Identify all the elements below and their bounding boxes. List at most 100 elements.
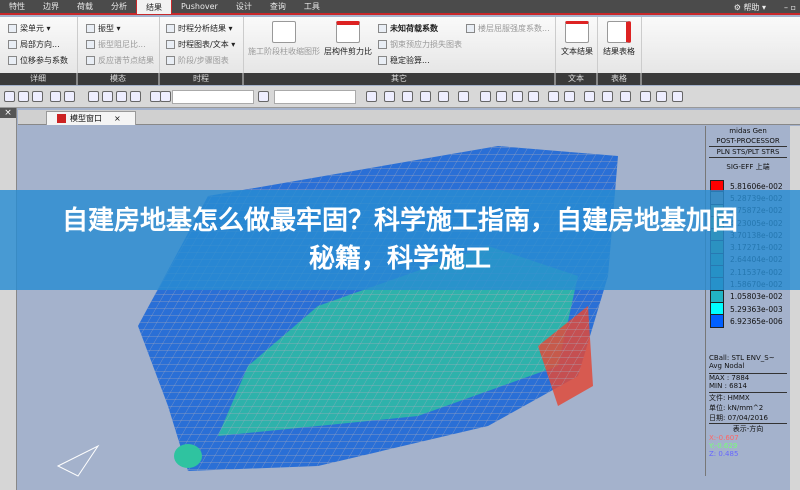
tab-boundary[interactable]: 边界	[34, 0, 68, 14]
label: 振型 ▾	[98, 24, 121, 33]
group-other: 施工阶段柱收缩图形 层构件剪力比 未知荷载系数 钢束预应力损失图表 稳定验算..…	[244, 17, 556, 73]
load-icon	[378, 24, 387, 33]
toolbar-button[interactable]	[620, 91, 631, 102]
story-icon	[466, 24, 475, 33]
toolbar-button[interactable]	[528, 91, 539, 102]
tab-analysis[interactable]: 分析	[102, 0, 136, 14]
toolbar-button[interactable]	[64, 91, 75, 102]
legend-subtitle: POST-PROCESSOR	[709, 136, 787, 147]
column-shortening-button[interactable]: 施工阶段柱收缩图形	[248, 21, 320, 57]
tab-query[interactable]: 查询	[261, 0, 295, 14]
help-button[interactable]: ⚙ 帮助 ▾	[734, 0, 766, 15]
toolbar-button[interactable]	[258, 91, 269, 102]
group-label: 时程	[160, 73, 244, 85]
time-history-results-button[interactable]: 时程分析结果 ▾	[166, 23, 233, 34]
tab-model-window[interactable]: 模型窗口 ×	[46, 111, 136, 125]
results-table-button[interactable]: 结果表格	[603, 21, 635, 57]
toolbar-button[interactable]	[602, 91, 613, 102]
story-yield-button[interactable]: 楼层屈服强度系数...	[466, 23, 550, 34]
tab-results[interactable]: 结果	[136, 0, 172, 14]
time-history-graph-button[interactable]: 时程图表/文本 ▾	[166, 39, 235, 50]
toolbar-button[interactable]	[640, 91, 651, 102]
toolbar-button[interactable]	[402, 91, 413, 102]
close-icon[interactable]: ×	[114, 114, 121, 123]
group-label: 详细	[0, 73, 78, 85]
toolbar-button[interactable]	[50, 91, 61, 102]
group-label: 表格	[598, 73, 642, 85]
help-label: 帮助	[743, 3, 760, 12]
text-results-button[interactable]: 文本结果	[561, 21, 593, 57]
stage-step-graph-button[interactable]: 阶段/步骤图表	[166, 55, 229, 66]
response-spectrum-node-button[interactable]: 反应谱节点结果	[86, 55, 154, 66]
toolbar-button[interactable]	[366, 91, 377, 102]
tab-label: 模型窗口	[70, 114, 102, 123]
label: 文本结果	[561, 47, 593, 56]
toolbar-button[interactable]	[18, 91, 29, 102]
story-shear-ratio-button[interactable]: 层构件剪力比	[324, 21, 372, 57]
toolbar-button[interactable]	[656, 91, 667, 102]
toolbar-button[interactable]	[116, 91, 127, 102]
toolbar-button[interactable]	[4, 91, 15, 102]
toolbar-button[interactable]	[160, 91, 171, 102]
scale-swatch	[710, 315, 724, 328]
stability-check-button[interactable]: 稳定验算...	[378, 55, 430, 66]
label: 层构件剪力比	[324, 47, 372, 56]
legend-component: SIG-EFF 上端	[726, 163, 770, 171]
group-label: 文本	[556, 73, 598, 85]
damping-icon	[86, 40, 95, 49]
label: 反应谱节点结果	[98, 56, 154, 65]
toolbar-button[interactable]	[672, 91, 683, 102]
label: 阶段/步骤图表	[178, 56, 229, 65]
unknown-load-factor-button[interactable]: 未知荷载系数	[378, 23, 438, 34]
view-z: Z: 0.485	[709, 450, 739, 458]
selection-dropdown-2[interactable]	[274, 90, 356, 104]
toolbar-button[interactable]	[32, 91, 43, 102]
label: 钢束预应力损失图表	[390, 40, 462, 49]
modal-damping-button[interactable]: 振型阻尼比...	[86, 39, 146, 50]
max-value: MAX : 7884	[709, 373, 787, 382]
tendon-loss-button[interactable]: 钢束预应力损失图表	[378, 39, 462, 50]
label: 时程图表/文本 ▾	[178, 40, 236, 49]
toolbar-button[interactable]	[548, 91, 559, 102]
mode-shape-button[interactable]: 振型 ▾	[86, 23, 121, 34]
tab-tools[interactable]: 工具	[295, 0, 329, 14]
document-tab-strip: 模型窗口 ×	[18, 110, 800, 125]
scale-value: 5.29363e-003	[730, 304, 783, 314]
toolbar-button[interactable]	[564, 91, 575, 102]
model-viewport[interactable]	[18, 126, 705, 490]
ribbon-group-labels: 详细 模态 时程 其它 文本 表格	[0, 73, 800, 85]
label: 稳定验算...	[390, 56, 430, 65]
toolbar-button[interactable]	[496, 91, 507, 102]
tab-load[interactable]: 荷载	[68, 0, 102, 14]
window-controls[interactable]: – ▫	[784, 0, 796, 15]
close-icon[interactable]: ×	[0, 108, 16, 118]
tab-pushover[interactable]: Pushover	[172, 0, 227, 14]
scale-row: 1.05803e-002	[710, 290, 783, 303]
label: 楼层屈服强度系数...	[478, 24, 550, 33]
beam-element-button[interactable]: 梁单元 ▾	[8, 23, 51, 34]
toolbar	[0, 86, 800, 108]
selection-dropdown-1[interactable]	[172, 90, 254, 104]
toolbar-button[interactable]	[384, 91, 395, 102]
toolbar-button[interactable]	[130, 91, 141, 102]
toolbar-button[interactable]	[420, 91, 431, 102]
tab-properties[interactable]: 特性	[0, 0, 34, 14]
chart-icon	[166, 40, 175, 49]
toolbar-button[interactable]	[438, 91, 449, 102]
displacement-participation-button[interactable]: 位移参与系数	[8, 55, 68, 66]
model-icon	[57, 114, 66, 123]
toolbar-button[interactable]	[480, 91, 491, 102]
toolbar-button[interactable]	[102, 91, 113, 102]
group-modal: 振型 ▾ 振型阻尼比... 反应谱节点结果	[78, 17, 160, 73]
frame-search-icon	[336, 21, 360, 43]
tab-design[interactable]: 设计	[227, 0, 261, 14]
toolbar-button[interactable]	[584, 91, 595, 102]
toolbar-button[interactable]	[88, 91, 99, 102]
local-direction-button[interactable]: 局部方向...	[8, 39, 60, 50]
group-text: 文本结果	[556, 17, 598, 73]
model-part	[174, 444, 202, 468]
toolbar-button[interactable]	[458, 91, 469, 102]
label: 结果表格	[603, 47, 635, 56]
toolbar-button[interactable]	[512, 91, 523, 102]
scale-value: 1.05803e-002	[730, 292, 783, 302]
